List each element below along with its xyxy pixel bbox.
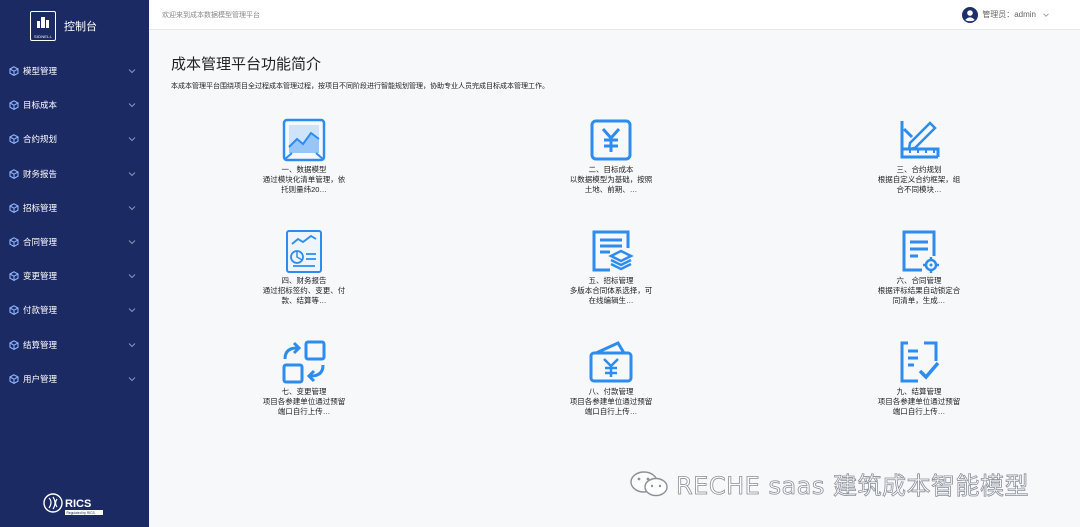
feature-card-settlement[interactable]: 九、结算管理 项目各参建单位通过预留端口自行上传… [864, 339, 974, 417]
card-title: 一、数据模型 [281, 165, 327, 174]
doc-layers-icon [592, 230, 634, 272]
chevron-down-icon [128, 274, 136, 279]
wechat-icon [630, 470, 668, 496]
chart-icon [282, 118, 326, 162]
chevron-down-icon [128, 308, 136, 313]
user-menu[interactable]: 管理员：admin [962, 6, 1050, 23]
sidebar-item-payment[interactable]: 付款管理 [0, 293, 149, 327]
sidebar-item-label: 招标管理 [23, 202, 58, 213]
sidebar-item-label: 财务报告 [23, 168, 58, 179]
chevron-down-icon [128, 171, 136, 176]
sidebar-item-target-cost[interactable]: 目标成本 [0, 88, 149, 122]
feature-card-contract-plan[interactable]: 三、合约规划 根据自定义合约框架，组合不同模块… [864, 117, 974, 195]
doc-gear-icon [902, 230, 939, 273]
chevron-down-icon [128, 376, 136, 381]
cube-icon [9, 373, 19, 384]
chevron-down-icon [128, 69, 136, 74]
sidebar-item-label: 结算管理 [23, 339, 58, 350]
card-description: 项目各参建单位通过预留端口自行上传… [262, 397, 346, 416]
feature-card-bidding[interactable]: 五、招标管理 多版本合同体系选择，可在线编辑生… [556, 228, 666, 306]
card-description: 根据评标结果自动锁定合同清单，生成… [877, 286, 961, 305]
chevron-down-icon [128, 137, 136, 142]
cube-icon [9, 168, 19, 179]
building-icon [37, 17, 49, 28]
sidebar-item-change[interactable]: 变更管理 [0, 259, 149, 293]
card-title: 四、财务报告 [281, 276, 327, 285]
main-content: 成本管理平台功能简介 本成本管理平台围绕项目全过程成本管理过程，按项目不同阶段进… [149, 31, 1080, 527]
card-description: 项目各参建单位通过预留端口自行上传… [877, 397, 961, 416]
brand-title[interactable]: 控制台 [64, 18, 97, 34]
sidebar-item-contract-plan[interactable]: 合约规划 [0, 122, 149, 156]
cube-icon [9, 134, 19, 145]
cube-icon [9, 305, 19, 316]
sidebar-item-settlement[interactable]: 结算管理 [0, 328, 149, 362]
sidebar-item-label: 付款管理 [23, 305, 58, 316]
user-avatar-icon [962, 6, 979, 23]
cube-icon [9, 100, 19, 111]
sidebar-item-users[interactable]: 用户管理 [0, 362, 149, 396]
sidebar-menu: 模型管理 目标成本 合约规划 财务报告 招标管理 合同管理 变更管理 付款管理 … [0, 54, 149, 396]
feature-card-finance-report[interactable]: 四、财务报告 通过招标签约、变更、付款、结算等… [249, 228, 359, 306]
sidebar-item-label: 变更管理 [23, 271, 58, 282]
cube-icon [9, 203, 19, 213]
chevron-down-icon [128, 103, 136, 108]
sidebar-item-label: 合同管理 [23, 237, 58, 248]
brand-logo: SIDNELL [30, 11, 56, 41]
watermark-text: RECHE saas 建筑成本智能模型 [676, 472, 1029, 501]
rics-logo-text: RICS [65, 498, 91, 510]
cube-icon [9, 271, 19, 282]
sidebar-item-label: 模型管理 [23, 66, 58, 77]
card-title: 三、合约规划 [896, 165, 942, 174]
sidebar: SIDNELL 控制台 模型管理 目标成本 合约规划 财务报告 招标管理 合同管… [0, 0, 149, 527]
cube-icon [9, 66, 19, 77]
card-description: 以数据模型为基础，按照土地、前期、… [569, 175, 653, 194]
rics-tag-text: Regulated by RICS [67, 511, 96, 515]
card-description: 通过模块化清单管理，依托则量纬20… [262, 175, 346, 194]
card-description: 多版本合同体系选择，可在线编辑生… [569, 286, 653, 305]
card-description: 通过招标签约、变更、付款、结算等… [262, 286, 346, 305]
sidebar-item-finance-report[interactable]: 财务报告 [0, 157, 149, 191]
yuan-icon [590, 119, 632, 161]
chevron-down-icon [128, 205, 136, 211]
card-description: 项目各参建单位通过预留端口自行上传… [569, 397, 653, 416]
sidebar-item-label: 目标成本 [23, 100, 58, 111]
sidebar-item-model[interactable]: 模型管理 [0, 54, 149, 88]
chevron-down-icon [1043, 12, 1049, 17]
ruler-pen-icon [900, 121, 940, 159]
checklist-icon [900, 341, 940, 383]
user-label: 管理员：admin [982, 10, 1036, 19]
chevron-down-icon [128, 342, 136, 347]
watermark: RECHE saas 建筑成本智能模型 [628, 466, 1029, 501]
card-description: 根据自定义合约框架，组合不同模块… [877, 175, 961, 194]
feature-card-data-model[interactable]: 一、数据模型 通过模块化清单管理，依托则量纬20… [249, 117, 359, 195]
page-title: 成本管理平台功能简介 [171, 56, 322, 73]
card-title: 五、招标管理 [588, 276, 634, 285]
sidebar-item-label: 合约规划 [23, 134, 58, 145]
feature-card-payment[interactable]: 八、付款管理 项目各参建单位通过预留端口自行上传… [556, 339, 666, 417]
rics-logo: RICS Regulated by RICS [43, 493, 103, 515]
card-title: 六、合同管理 [896, 276, 942, 285]
card-title: 九、结算管理 [896, 387, 942, 396]
sidebar-item-bidding[interactable]: 招标管理 [0, 191, 149, 225]
brand[interactable]: SIDNELL 控制台 [0, 0, 149, 52]
sidebar-item-label: 用户管理 [23, 373, 58, 384]
top-header: 欢迎来到成本数据模型管理平台 管理员：admin [149, 0, 1080, 30]
feature-card-target-cost[interactable]: 二、目标成本 以数据模型为基础，按照土地、前期、… [556, 117, 666, 195]
chevron-down-icon [128, 240, 136, 245]
card-title: 八、付款管理 [588, 387, 634, 396]
swap-icon [282, 340, 326, 384]
wallet-icon [589, 341, 633, 383]
cube-icon [9, 339, 19, 350]
cube-icon [9, 237, 19, 248]
card-title: 二、目标成本 [588, 165, 634, 174]
feature-card-change[interactable]: 七、变更管理 项目各参建单位通过预留端口自行上传… [249, 339, 359, 417]
feature-card-contract[interactable]: 六、合同管理 根据评标结果自动锁定合同清单，生成… [864, 228, 974, 306]
welcome-text: 欢迎来到成本数据模型管理平台 [162, 11, 260, 19]
page-description: 本成本管理平台围绕项目全过程成本管理过程，按项目不同阶段进行智能规划管理，协助专… [171, 83, 549, 90]
brand-logo-text: SIDNELL [33, 34, 53, 39]
card-title: 七、变更管理 [281, 387, 327, 396]
report-icon [286, 230, 322, 273]
sidebar-item-contract[interactable]: 合同管理 [0, 225, 149, 259]
